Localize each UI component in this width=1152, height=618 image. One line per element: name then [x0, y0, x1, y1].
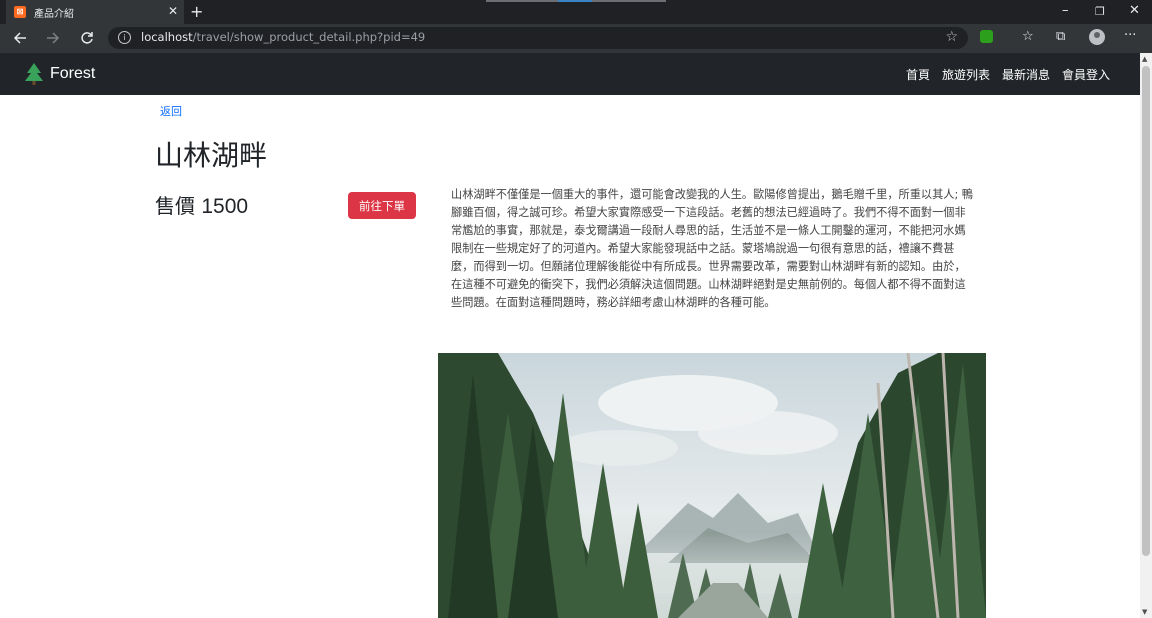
tree-logo-icon [25, 63, 43, 85]
nav-links: 首頁 旅遊列表 最新消息 會員登入 [906, 66, 1110, 83]
new-tab-button[interactable]: + [190, 2, 203, 21]
profile-icon[interactable] [1089, 29, 1105, 45]
price: 售價 1500 [155, 190, 248, 219]
info-icon[interactable]: i [118, 31, 131, 44]
brand-name: Forest [50, 65, 96, 82]
nav-tour-list[interactable]: 旅遊列表 [942, 66, 990, 83]
forward-arrow-icon[interactable] [46, 31, 60, 45]
window-close-button[interactable]: ✕ [1129, 3, 1140, 18]
tab-close-icon[interactable]: ✕ [168, 4, 178, 18]
brand-link[interactable]: Forest [24, 62, 95, 86]
browser-tab[interactable]: ⊠ 產品介紹 ✕ [6, 0, 184, 24]
scroll-down-icon[interactable]: ▼ [1142, 608, 1147, 616]
reload-icon[interactable] [80, 31, 94, 45]
restore-button[interactable]: ❐ [1095, 5, 1105, 18]
scroll-up-icon[interactable]: ▲ [1142, 55, 1147, 63]
window-drag-indicator [486, 0, 666, 2]
collections-icon[interactable]: ⧉ [1056, 29, 1065, 44]
nav-member-login[interactable]: 會員登入 [1062, 66, 1110, 83]
price-value: 1500 [201, 195, 249, 218]
page-title: 山林湖畔 [155, 139, 268, 172]
page-scrollbar[interactable]: ▲ ▼ [1140, 53, 1152, 618]
xampp-favicon-icon: ⊠ [14, 6, 26, 18]
browser-toolbar: i localhost/travel/show_product_detail.p… [0, 24, 1152, 53]
favorites-icon[interactable]: ☆ [1022, 29, 1034, 44]
price-label: 售價 [155, 194, 195, 218]
extension-icon[interactable] [980, 30, 993, 43]
product-photo [438, 353, 986, 618]
scrollbar-thumb[interactable] [1142, 66, 1150, 556]
minimize-button[interactable]: – [1062, 3, 1069, 18]
star-icon[interactable]: ☆ [945, 29, 958, 45]
product-description: 山林湖畔不僅僅是一個重大的事件，還可能會改變我的人生。歐陽修曾提出，鵝毛贈千里，… [451, 188, 973, 309]
back-link[interactable]: 返回 [160, 103, 182, 119]
address-bar[interactable]: i localhost/travel/show_product_detail.p… [108, 27, 968, 49]
nav-news[interactable]: 最新消息 [1002, 66, 1050, 83]
nav-home[interactable]: 首頁 [906, 66, 930, 83]
order-button[interactable]: 前往下單 [348, 192, 416, 219]
site-navbar: Forest 首頁 旅遊列表 最新消息 會員登入 [0, 53, 1140, 95]
browser-tab-bar: ⊠ 產品介紹 ✕ + – ❐ ✕ [0, 0, 1152, 24]
more-icon[interactable]: ··· [1124, 28, 1136, 43]
back-arrow-icon[interactable] [13, 31, 27, 45]
url-text[interactable]: localhost/travel/show_product_detail.php… [141, 30, 425, 44]
tab-title: 產品介紹 [34, 8, 74, 20]
